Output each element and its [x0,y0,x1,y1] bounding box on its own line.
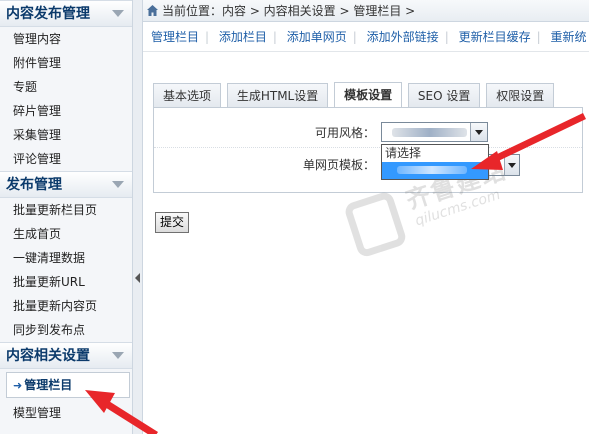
style-row: 可用风格： [154,118,582,148]
sidebar-item-batch-update-url[interactable]: 批量更新URL [0,270,132,294]
sidebar-item-manage-category[interactable]: ➜ 管理栏目 [6,372,130,398]
dropdown-arrow-icon[interactable] [504,155,519,175]
collapse-left-icon[interactable] [135,273,140,283]
link-add-category[interactable]: 添加栏目 [219,30,267,44]
link-add-external[interactable]: 添加外部链接 [367,30,439,44]
tab-permissions[interactable]: 权限设置 [486,83,555,108]
sidebar-item-batch-update-category[interactable]: 批量更新栏目页 [0,198,132,222]
section-title: 内容相关设置 [6,348,90,364]
watermark-url: qilucms.com [413,186,503,230]
toolbar: 管理栏目 | 添加栏目 | 添加单网页 | 添加外部链接 | 更新栏目缓存 | 重新统 [143,22,589,52]
sidebar-item-clean-data[interactable]: 一键清理数据 [0,246,132,270]
arrow-right-icon: ➜ [13,379,23,392]
sidebar-item-topics[interactable]: 专题 [0,75,132,99]
chevron-down-icon[interactable] [112,181,124,188]
sidebar: 内容发布管理 管理内容 附件管理 专题 碎片管理 采集管理 评论管理 发布管理 … [0,0,133,434]
template-settings-panel: 可用风格： 单网页模板： [153,107,583,193]
style-label: 可用风格： [314,126,375,140]
sidebar-item-comments[interactable]: 评论管理 [0,147,132,171]
section-title: 发布管理 [6,177,62,193]
style-select[interactable] [381,122,488,142]
sidebar-item-fragments[interactable]: 碎片管理 [0,99,132,123]
section-header-content-publish[interactable]: 内容发布管理 [0,0,132,27]
page-template-label: 单网页模板： [302,158,375,172]
sidebar-item-label: 管理栏目 [24,378,73,392]
blurred-value [397,166,467,174]
link-update-cache[interactable]: 更新栏目缓存 [459,30,531,44]
tab-seo[interactable]: SEO 设置 [407,83,481,108]
sidebar-item-collect[interactable]: 采集管理 [0,123,132,147]
dropdown-option-selected[interactable] [382,162,488,179]
home-icon [147,5,158,16]
link-add-single-page[interactable]: 添加单网页 [287,30,347,44]
dropdown-option-choose[interactable]: 请选择 [382,145,488,162]
sidebar-item-model-manage[interactable]: 模型管理 [0,401,132,425]
submit-button[interactable]: 提交 [155,212,190,233]
section-header-content-settings[interactable]: 内容相关设置 [0,342,132,369]
page-template-value: ml [489,158,503,171]
tab-html[interactable]: 生成HTML设置 [226,83,329,108]
sidebar-item-generate-home[interactable]: 生成首页 [0,222,132,246]
sidebar-item-batch-update-content[interactable]: 批量更新内容页 [0,294,132,318]
tab-template[interactable]: 模板设置 [334,82,403,109]
blurred-value [392,128,467,137]
section-title: 内容发布管理 [6,6,90,22]
chevron-down-icon[interactable] [112,352,124,359]
sidebar-splitter[interactable] [133,0,143,434]
tab-basic[interactable]: 基本选项 [153,83,222,108]
breadcrumb: 当前位置：内容 > 内容相关设置 > 管理栏目 > [143,0,589,22]
chevron-down-icon[interactable] [112,10,124,17]
style-dropdown-list[interactable]: 请选择 [381,144,489,180]
breadcrumb-text: 当前位置：内容 > 内容相关设置 > 管理栏目 > [162,4,416,18]
sidebar-item-attachments[interactable]: 附件管理 [0,51,132,75]
watermark-logo-icon [343,190,408,259]
main-area: 当前位置：内容 > 内容相关设置 > 管理栏目 > 管理栏目 | 添加栏目 | 添加… [143,0,589,434]
link-manage-category[interactable]: 管理栏目 [151,30,199,44]
tab-bar: 基本选项 生成HTML设置 模板设置 SEO 设置 权限设置 [153,81,556,109]
page-template-select[interactable]: ml [486,154,520,176]
section-header-publish[interactable]: 发布管理 [0,171,132,198]
sidebar-item-sync-publish[interactable]: 同步到发布点 [0,318,132,342]
sidebar-item-manage-content[interactable]: 管理内容 [0,27,132,51]
dropdown-arrow-icon[interactable] [470,123,487,141]
link-recount[interactable]: 重新统 [550,30,586,44]
